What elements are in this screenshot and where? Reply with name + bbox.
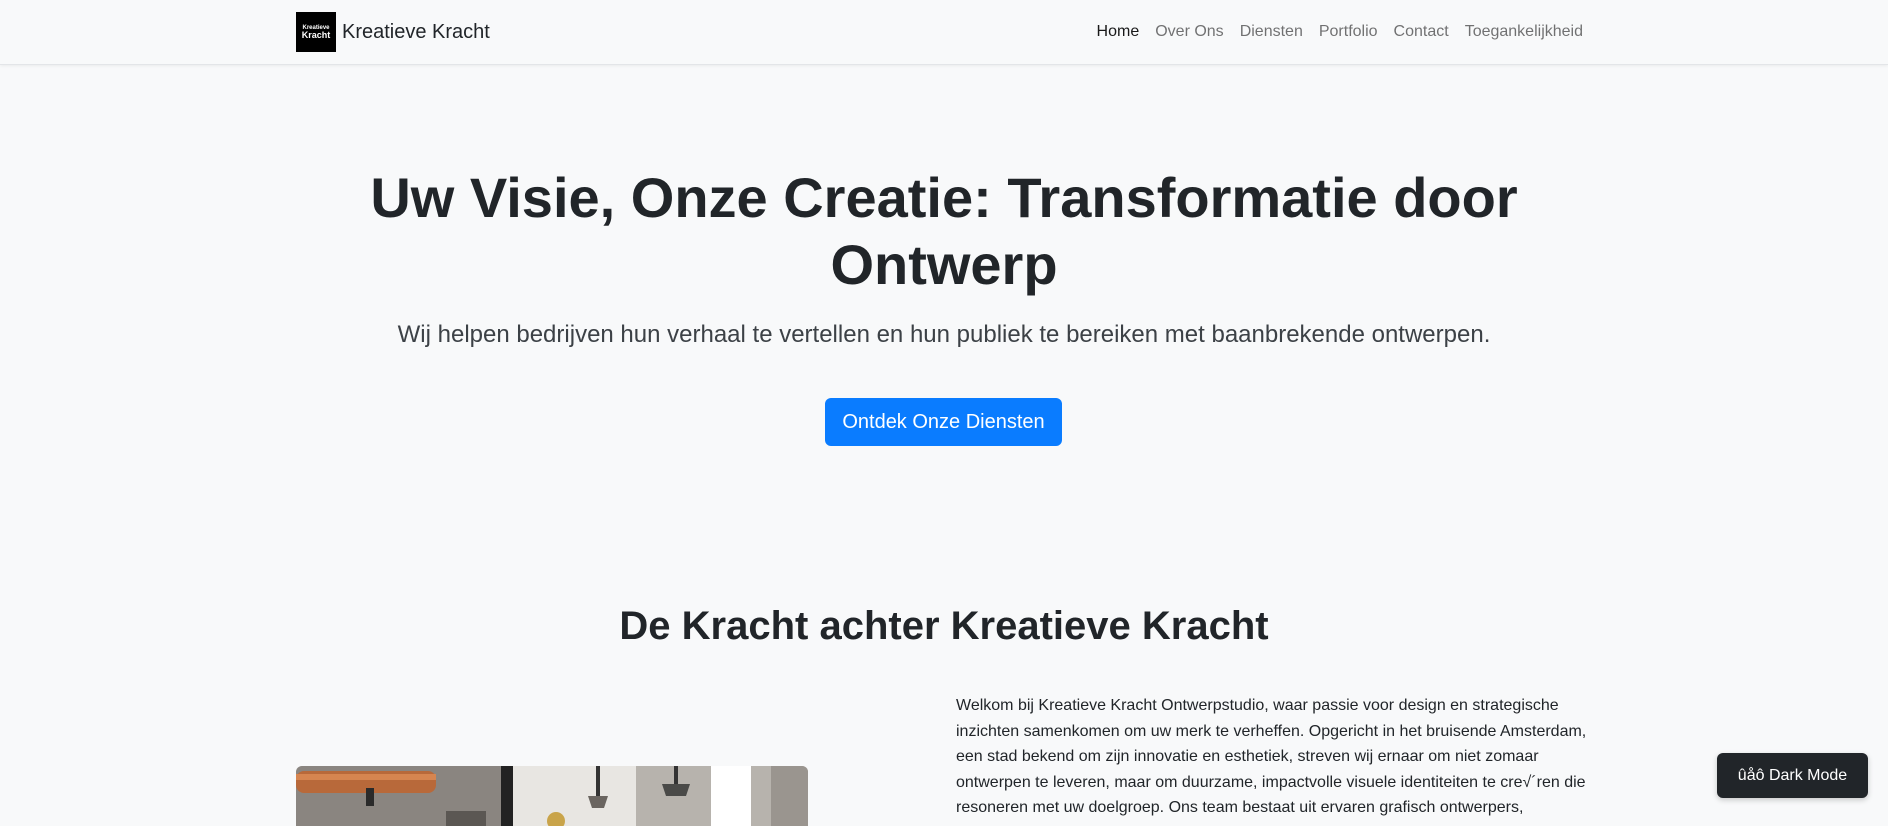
nav-links: Home Over Ons Diensten Portfolio Contact… [1097,0,1583,64]
nav-link-home[interactable]: Home [1097,23,1140,41]
cta-button[interactable]: Ontdek Onze Diensten [825,398,1062,446]
nav-link-contact[interactable]: Contact [1394,23,1449,41]
nav-link-portfolio[interactable]: Portfolio [1319,23,1378,41]
about-text: Welkom bij Kreatieve Kracht Ontwerpstudi… [956,697,1587,817]
brand-name: Kreatieve Kracht [342,20,490,43]
navbar: Kreatieve Kracht Kreatieve Kracht Home O… [0,0,1888,65]
logo: Kreatieve Kracht [296,12,336,52]
nav-link-toegankelijkheid[interactable]: Toegankelijkheid [1465,23,1583,41]
nav-link-diensten[interactable]: Diensten [1240,23,1303,41]
logo-text-line2: Kracht [301,29,331,40]
hero-title: Uw Visie, Onze Creatie: Transformatie do… [370,166,1518,296]
nav-link-over-ons[interactable]: Over Ons [1155,23,1223,41]
about-image [296,766,808,826]
hero-subtitle: Wij helpen bedrijven hun verhaal te vert… [397,321,1491,348]
dark-mode-toggle[interactable]: ûåô Dark Mode [1717,753,1868,798]
about-title: De Kracht achter Kreatieve Kracht [619,604,1269,648]
brand-link[interactable]: Kreatieve Kracht Kreatieve Kracht [296,12,490,52]
